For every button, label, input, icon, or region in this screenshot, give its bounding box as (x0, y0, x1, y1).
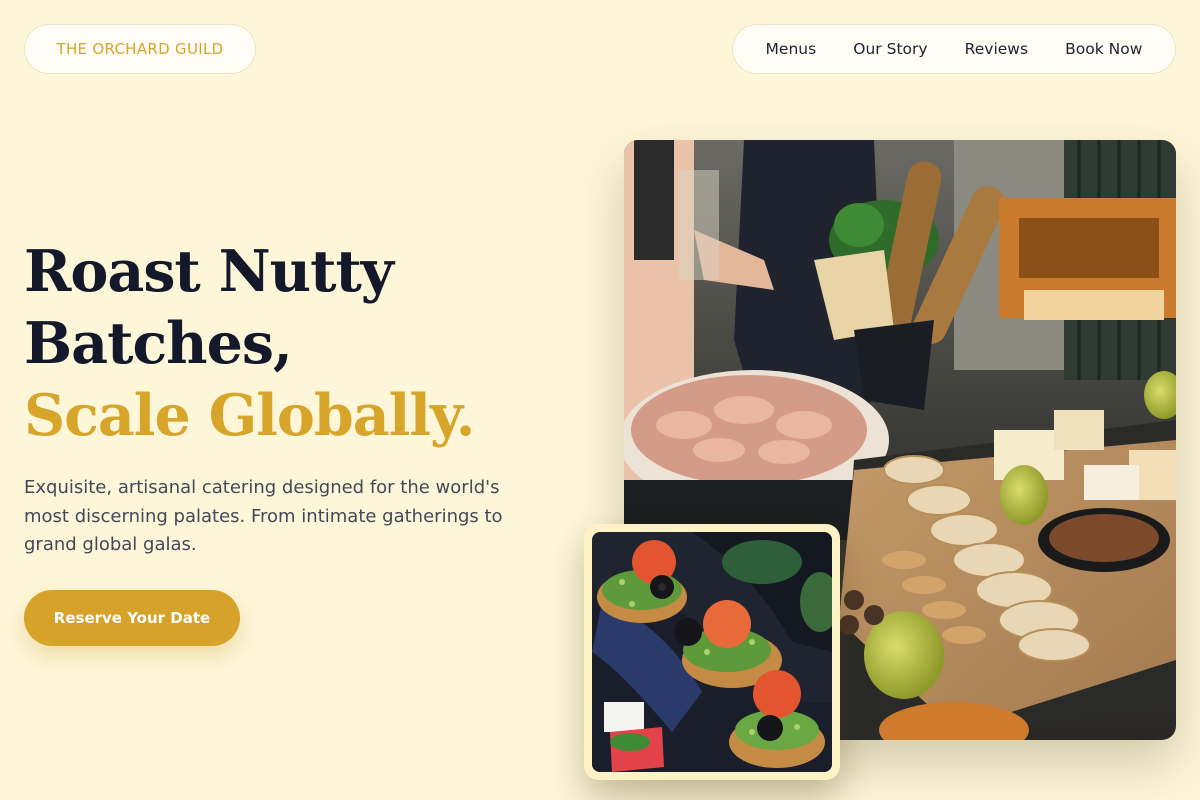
reserve-date-button[interactable]: Reserve Your Date (24, 590, 240, 646)
headline-accent: Scale Globally. (24, 382, 475, 449)
nav-link-reviews[interactable]: Reviews (965, 40, 1028, 58)
nav-link-menus[interactable]: Menus (766, 40, 817, 58)
headline-line-2: Batches, (24, 310, 293, 377)
brand-name: THE ORCHARD GUILD (56, 40, 224, 58)
nav-link-book-now[interactable]: Book Now (1065, 40, 1142, 58)
brand-logo[interactable]: THE ORCHARD GUILD (24, 24, 256, 74)
main-nav: Menus Our Story Reviews Book Now (732, 24, 1176, 74)
headline-line-1: Roast Nutty (24, 238, 394, 305)
nav-link-our-story[interactable]: Our Story (853, 40, 927, 58)
hero-subtext: Exquisite, artisanal catering designed f… (24, 477, 503, 555)
appetizers-photo (592, 532, 832, 772)
hero-headline: Roast Nutty Batches, Scale Globally. (24, 236, 475, 452)
appetizers-photo-frame (584, 524, 840, 780)
